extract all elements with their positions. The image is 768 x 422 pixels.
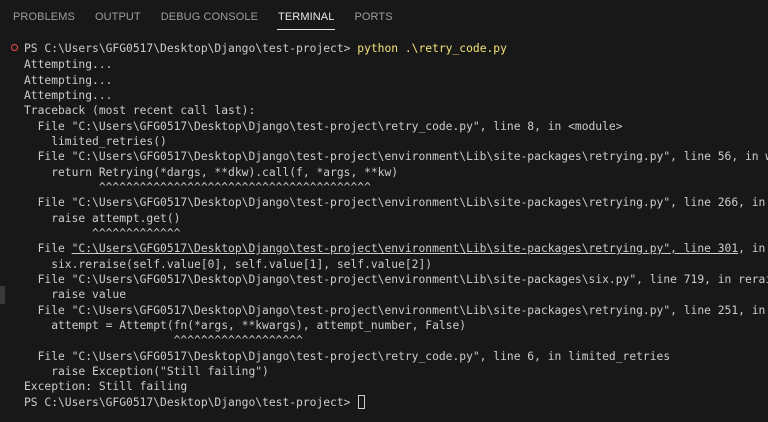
exception-message: Exception: Still failing [24,380,188,393]
frame-6-carets: ^^^^^^^^^^^^^^^^^^^ [24,334,303,347]
frame-4-suffix: , in get [738,242,766,255]
prompt-text-current: PS C:\Users\GFG0517\Desktop\Django\test-… [24,395,358,409]
frame-4-file: File "C:\Users\GFG0517\Desktop\Django\te… [24,241,768,256]
output-attempt-3: Attempting... [24,89,113,102]
panel-tab-bar: PROBLEMS OUTPUT DEBUG CONSOLE TERMINAL P… [0,0,768,34]
frame-4-file-link[interactable]: "C:\Users\GFG0517\Desktop\Django\test-pr… [72,242,739,255]
frame-4-code: six.reraise(self.value[0], self.value[1]… [24,257,433,271]
output-attempt-2: Attempting... [24,73,113,87]
prompt-text: PS C:\Users\GFG0517\Desktop\Django\test-… [24,42,358,55]
tab-ports[interactable]: PORTS [353,0,393,34]
terminal-output[interactable]: PS C:\Users\GFG0517\Desktop\Django\test-… [0,40,768,422]
terminal-panel: PROBLEMS OUTPUT DEBUG CONSOLE TERMINAL P… [0,0,768,422]
frame-1-file: File "C:\Users\GFG0517\Desktop\Django\te… [24,119,623,133]
frame-5-code: raise value [24,288,127,301]
error-decoration-icon[interactable] [11,44,18,51]
tab-debug-console[interactable]: DEBUG CONSOLE [160,0,259,34]
frame-5-file: File "C:\Users\GFG0517\Desktop\Django\te… [24,273,768,286]
frame-6-file: File "C:\Users\GFG0517\Desktop\Django\te… [24,303,768,317]
frame-7-code: raise Exception("Still failing") [24,365,269,378]
terminal-cursor [358,394,366,409]
tab-output[interactable]: OUTPUT [94,0,142,34]
frame-3-code: raise attempt.get() [24,211,181,225]
tab-problems[interactable]: PROBLEMS [12,0,76,34]
frame-2-file: File "C:\Users\GFG0517\Desktop\Django\te… [24,150,768,163]
output-attempt-1: Attempting... [24,58,113,71]
frame-2-code: return Retrying(*dargs, **dkw).call(f, *… [24,165,399,179]
frame-4-prefix: File [24,242,72,255]
tab-terminal[interactable]: TERMINAL [277,0,336,34]
frame-3-carets: ^^^^^^^^^^^^^ [24,227,181,240]
command-line: PS C:\Users\GFG0517\Desktop\Django\test-… [24,41,507,56]
frame-7-file: File "C:\Users\GFG0517\Desktop\Django\te… [24,349,671,363]
left-gutter-mark [0,286,5,304]
current-prompt-line[interactable]: PS C:\Users\GFG0517\Desktop\Django\test-… [24,394,366,410]
frame-6-code: attempt = Attempt(fn(*args, **kwargs), a… [24,319,467,332]
frame-1-code: limited_retries() [24,135,167,148]
command-text: python .\retry_code.py [357,42,507,55]
frame-2-carets: ^^^^^^^^^^^^^^^^^^^^^^^^^^^^^^^^^^^^^^^^ [24,181,371,194]
frame-3-file: File "C:\Users\GFG0517\Desktop\Django\te… [24,196,768,209]
traceback-header: Traceback (most recent call last): [24,104,256,117]
